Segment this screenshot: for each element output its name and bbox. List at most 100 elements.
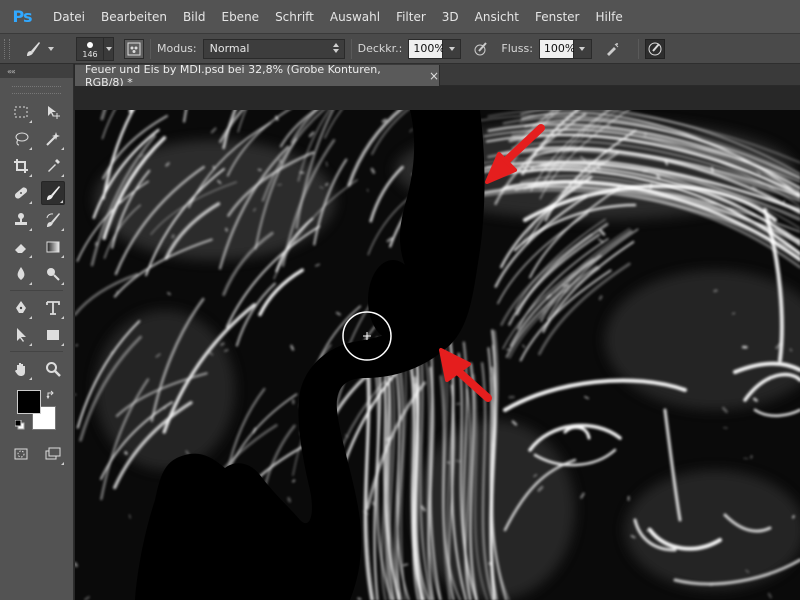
eraser-tool[interactable] <box>9 235 33 259</box>
hand-tool[interactable] <box>9 357 33 381</box>
color-swatches <box>0 388 73 440</box>
menu-schrift[interactable]: Schrift <box>267 0 322 34</box>
blend-mode-select[interactable]: Normal <box>202 38 345 59</box>
quick-mask-icon <box>14 448 27 459</box>
divider <box>350 38 352 59</box>
type-tool[interactable] <box>41 296 65 320</box>
eyedropper-tool[interactable] <box>41 154 65 178</box>
pressure-pen-icon <box>474 41 488 55</box>
clone-stamp-tool[interactable] <box>9 208 33 232</box>
options-bar: 146 Modus: Normal Deckkr.: 100% Fluss: 1… <box>0 34 800 64</box>
crop-icon <box>13 158 28 173</box>
brush-size-value: 146 <box>82 49 98 59</box>
foreground-color-swatch[interactable] <box>17 390 41 414</box>
menu-auswahl[interactable]: Auswahl <box>322 0 388 34</box>
zoom-icon <box>45 361 61 377</box>
pressure-opacity-button[interactable] <box>471 39 491 59</box>
rect-marquee-icon <box>14 106 27 117</box>
bandage-icon <box>14 186 27 199</box>
menu-filter[interactable]: Filter <box>388 0 434 34</box>
dodge-icon <box>46 267 60 281</box>
brush-tip-preview <box>87 41 93 48</box>
screen-mode-icon <box>45 447 60 459</box>
rectangle-icon <box>46 329 59 340</box>
menu-hilfe[interactable]: Hilfe <box>587 0 630 34</box>
opacity-slider-dropdown[interactable] <box>443 38 462 59</box>
magic-wand-tool[interactable] <box>41 127 65 151</box>
brush-panel-icon <box>127 42 141 55</box>
tools-panel: «« <box>0 64 74 600</box>
move-tool[interactable] <box>41 100 65 124</box>
menu-fenster[interactable]: Fenster <box>527 0 588 34</box>
brush-picker-dropdown[interactable] <box>104 36 114 61</box>
blend-mode-value: Normal <box>209 42 250 55</box>
menu-ansicht[interactable]: Ansicht <box>467 0 527 34</box>
opacity-label: Deckkr.: <box>357 42 403 55</box>
move-icon <box>47 105 60 119</box>
zoom-tool[interactable] <box>41 357 65 381</box>
pen-tool[interactable] <box>9 296 33 320</box>
chevron-down-icon <box>579 46 586 51</box>
lasso-icon <box>15 132 28 145</box>
menu-bar: Ps Datei Bearbeiten Bild Ebene Schrift A… <box>0 0 800 34</box>
brush-panel-toggle-button[interactable] <box>124 38 144 59</box>
marquee-tool[interactable] <box>9 100 33 124</box>
healing-brush-tool[interactable] <box>9 181 33 205</box>
dodge-tool[interactable] <box>41 262 65 286</box>
stamp-icon <box>14 212 27 225</box>
gradient-icon <box>46 241 59 252</box>
blur-icon <box>17 266 24 280</box>
quick-mask-button[interactable] <box>9 442 33 466</box>
chevron-down-icon <box>105 46 112 51</box>
brush-size-picker[interactable]: 146 <box>76 36 104 61</box>
rectangle-tool[interactable] <box>41 323 65 347</box>
flow-input[interactable]: 100% <box>538 38 575 59</box>
close-icon[interactable]: × <box>429 69 439 83</box>
default-colors-icon[interactable] <box>15 420 25 430</box>
gradient-tool[interactable] <box>41 235 65 259</box>
edge-filtered-portrait <box>75 110 800 600</box>
tool-preset-picker[interactable] <box>24 38 66 60</box>
flow-slider-dropdown[interactable] <box>573 38 592 59</box>
select-arrows-icon <box>332 42 339 53</box>
path-selection-tool[interactable] <box>9 323 33 347</box>
document-canvas[interactable] <box>75 110 800 600</box>
canvas-pasteboard <box>75 86 800 110</box>
menu-3d[interactable]: 3D <box>434 0 467 34</box>
flow-label: Fluss: <box>501 42 533 55</box>
divider <box>637 38 639 59</box>
tools-panel-collapse[interactable]: «« <box>0 64 73 78</box>
hand-icon <box>14 362 25 376</box>
pressure-size-button[interactable] <box>644 38 665 59</box>
options-bar-grip[interactable] <box>4 38 10 59</box>
eraser-icon <box>14 243 26 253</box>
brush-icon <box>24 40 42 58</box>
brush-tool[interactable] <box>40 180 65 205</box>
history-brush-tool[interactable] <box>41 208 65 232</box>
crop-tool[interactable] <box>9 154 33 178</box>
eyedropper-icon <box>47 158 60 172</box>
menu-datei[interactable]: Datei <box>45 0 93 34</box>
document-tab-bar: Feuer und Eis by MDI.psd bei 32,8% (Grob… <box>75 62 800 89</box>
path-select-icon <box>16 327 26 342</box>
menu-bearbeiten[interactable]: Bearbeiten <box>93 0 175 34</box>
swap-colors-icon[interactable] <box>46 390 56 400</box>
chevron-down-icon <box>448 46 455 51</box>
airbrush-button[interactable] <box>602 39 622 59</box>
blur-tool[interactable] <box>9 262 33 286</box>
magic-wand-icon <box>45 131 60 146</box>
tools-panel-grip[interactable] <box>12 86 61 94</box>
opacity-input[interactable]: 100% <box>408 38 445 59</box>
screen-mode-button[interactable] <box>41 442 65 466</box>
pen-icon <box>15 300 26 313</box>
menu-ebene[interactable]: Ebene <box>213 0 267 34</box>
divider <box>150 38 151 59</box>
lasso-tool[interactable] <box>9 127 33 151</box>
menu-bild[interactable]: Bild <box>175 0 214 34</box>
chevron-down-icon <box>48 46 54 51</box>
document-tab-title: Feuer und Eis by MDI.psd bei 32,8% (Grob… <box>85 62 381 89</box>
airbrush-icon <box>606 42 619 56</box>
brush-icon <box>46 185 60 200</box>
document-tab[interactable]: Feuer und Eis by MDI.psd bei 32,8% (Grob… <box>75 62 440 89</box>
photoshop-logo: Ps <box>12 7 33 26</box>
